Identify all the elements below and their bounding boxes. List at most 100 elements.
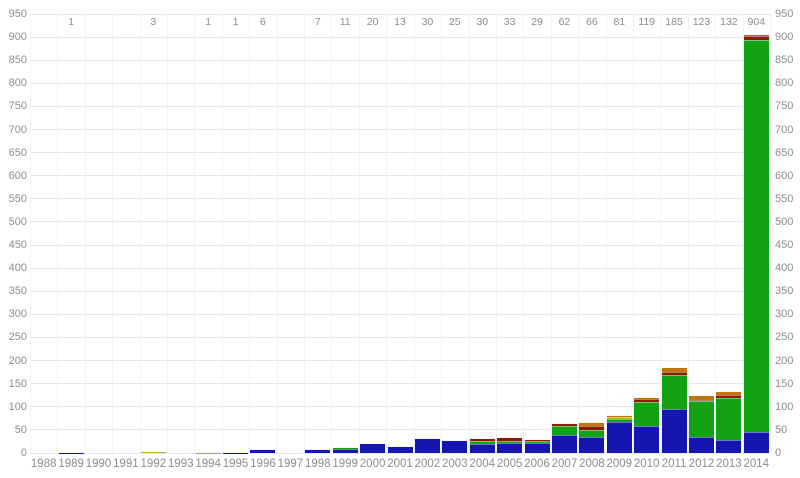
bar-segment-dark-red [552,424,577,426]
h-gridline [30,37,770,38]
bar-segment-green [333,448,358,449]
y-tick-label: 750 [775,100,793,112]
h-gridline [30,198,770,199]
h-gridline [30,152,770,153]
bar-segment-green [716,398,741,440]
stacked-bar-chart: 1988198911990199119923199319941199511996… [0,0,800,478]
bar-2010[interactable] [634,398,659,453]
bar-segment-green [744,40,769,432]
y-tick-label: 900 [9,31,27,43]
bar-2007[interactable] [552,424,577,453]
y-tick-label: 350 [9,285,27,297]
v-gridline [414,14,415,453]
h-gridline [30,291,770,292]
y-tick-label: 0 [21,447,27,459]
y-tick-label: 100 [775,401,793,413]
bar-2008[interactable] [579,423,604,453]
y-tick-label: 300 [775,308,793,320]
bar-segment-blue [689,437,714,453]
y-tick-label: 950 [775,8,793,20]
y-tick-label: 250 [775,331,793,343]
bar-2001[interactable] [388,447,413,453]
h-gridline [30,314,770,315]
bar-segment-blue [552,435,577,453]
bar-2009[interactable] [607,416,632,453]
bar-2003[interactable] [442,441,467,453]
h-gridline [30,245,770,246]
bar-segment-blue [250,450,275,453]
y-tick-label: 0 [775,447,781,459]
y-tick-label: 700 [9,124,27,136]
bar-segment-green [497,441,522,443]
y-tick-label: 950 [9,8,27,20]
bar-segment-orange [716,392,741,395]
h-gridline [30,106,770,107]
bar-segment-dark-red [497,438,522,441]
bar-segment-orange [689,396,714,400]
bar-segment-blue [662,409,687,453]
v-gridline [304,14,305,453]
bar-segment-blue [415,439,440,453]
h-gridline [30,129,770,130]
bar-total-label: 6 [243,16,283,28]
v-gridline [441,14,442,453]
bar-1992[interactable] [141,452,166,453]
bar-2006[interactable] [525,440,550,453]
bar-2012[interactable] [689,396,714,453]
bar-segment-blue [388,447,413,453]
y-tick-label: 550 [9,193,27,205]
bar-2002[interactable] [415,439,440,453]
y-tick-label: 50 [775,424,787,436]
bar-segment-green [689,401,714,437]
bar-segment-blue [634,426,659,453]
bar-segment-green [662,375,687,409]
y-tick-label: 200 [9,355,27,367]
bar-2005[interactable] [497,438,522,453]
bar-segment-green [525,440,550,443]
bar-segment-orange [744,35,769,36]
v-gridline [249,14,250,453]
y-tick-label: 150 [775,378,793,390]
y-tick-label: 850 [9,54,27,66]
bar-segment-dark-red [744,36,769,40]
v-gridline [359,14,360,453]
bar-segment-blue [744,432,769,453]
v-gridline [606,14,607,453]
bar-1999[interactable] [333,448,358,453]
bar-2000[interactable] [360,444,385,453]
h-gridline [30,383,770,384]
v-gridline [578,14,579,453]
bar-2013[interactable] [716,392,741,453]
h-gridline [30,14,770,15]
bar-1996[interactable] [250,450,275,453]
bar-segment-dark-red [716,395,741,398]
bar-segment-blue [305,450,330,453]
bar-segment-blue [333,449,358,453]
v-gridline [277,14,278,453]
bar-segment-green [607,419,632,422]
y-tick-label: 150 [9,378,27,390]
y-tick-label: 450 [775,239,793,251]
y-tick-label: 600 [9,170,27,182]
bar-segment-green [634,402,659,426]
bar-2004[interactable] [470,439,495,453]
v-gridline [551,14,552,453]
bar-segment-blue [497,443,522,453]
v-gridline [57,14,58,453]
bar-segment-dark-red [579,426,604,431]
y-tick-label: 650 [775,147,793,159]
bar-segment-dark-red [470,439,495,440]
y-tick-label: 400 [775,262,793,274]
bar-segment-orange [607,416,632,418]
y-tick-label: 900 [775,31,793,43]
bar-1998[interactable] [305,450,330,453]
v-gridline [688,14,689,453]
v-gridline [167,14,168,453]
bar-segment-orange [579,423,604,426]
bar-segment-green [579,430,604,436]
bar-2011[interactable] [662,368,687,453]
bar-total-label: 3 [133,16,173,28]
bar-segment-olive [141,452,166,453]
bar-2014[interactable] [744,35,769,453]
v-gridline [496,14,497,453]
